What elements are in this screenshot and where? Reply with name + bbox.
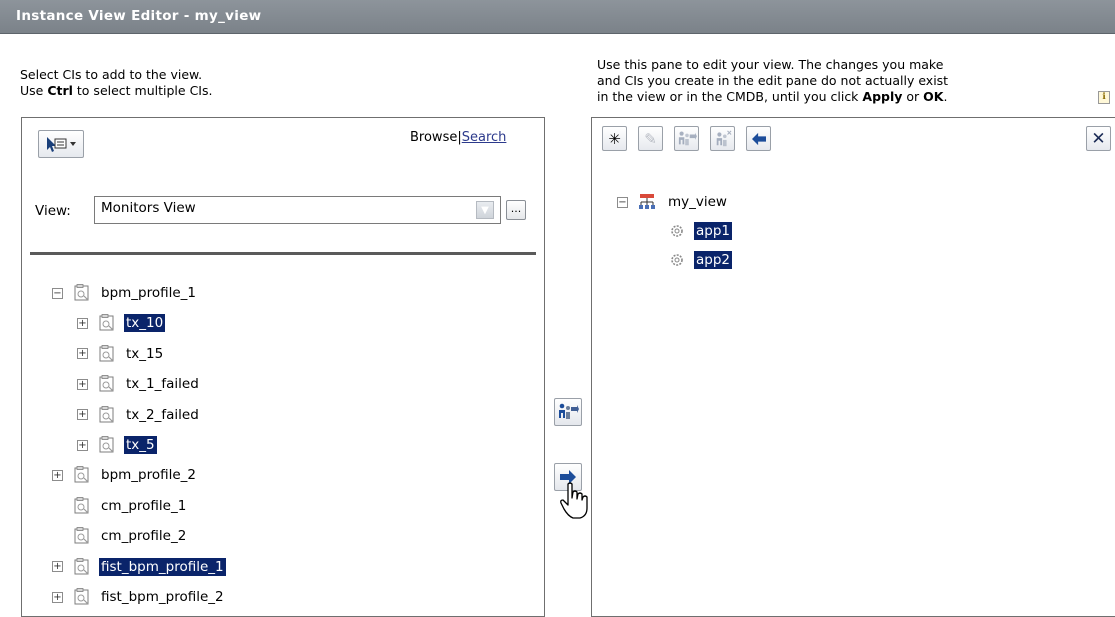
- spacer: [52, 530, 63, 542]
- more-label: ...: [510, 201, 522, 215]
- tree-item[interactable]: + tx_2_failed: [77, 404, 201, 426]
- monitor-profile-icon: [99, 314, 114, 331]
- expand-icon[interactable]: +: [77, 409, 88, 421]
- view-tree-item[interactable]: app2: [668, 249, 733, 271]
- right-instructions-line3: in the view or in the CMDB, until you cl…: [597, 89, 863, 104]
- back-arrow-icon: [751, 132, 766, 145]
- view-browse-button[interactable]: ...: [506, 200, 526, 220]
- edit-ci-button[interactable]: ✎: [638, 126, 663, 151]
- tree-item-label: tx_1_failed: [126, 376, 199, 393]
- monitor-profile-icon: [74, 284, 89, 301]
- view-icon: [639, 194, 655, 209]
- expand-icon[interactable]: +: [77, 348, 88, 360]
- search-link[interactable]: Search: [462, 130, 507, 145]
- browse-link[interactable]: Browse: [410, 130, 457, 145]
- ok-label: OK: [923, 89, 944, 104]
- tree-item[interactable]: + tx_15: [77, 343, 165, 365]
- ctrl-key-label: Ctrl: [47, 83, 73, 98]
- pencil-icon: ✎: [644, 129, 657, 148]
- view-select[interactable]: Monitors View ▼: [94, 196, 501, 224]
- expand-icon[interactable]: +: [52, 469, 63, 481]
- tree-item-label: tx_2_failed: [126, 406, 199, 423]
- monitor-profile-icon: [74, 496, 89, 514]
- view-root-label: my_view: [668, 194, 727, 210]
- right-instructions: Use this pane to edit your view. The cha…: [597, 57, 948, 105]
- view-label: View:: [35, 203, 71, 219]
- tree-item-label: bpm_profile_1: [101, 285, 197, 301]
- left-instructions-line1: Select CIs to add to the view.: [20, 67, 203, 82]
- tree-item[interactable]: + tx_1_failed: [77, 373, 201, 395]
- monitor-profile-icon: [99, 344, 114, 362]
- period-label: .: [943, 89, 948, 104]
- chevron-down-icon[interactable]: ▼: [476, 201, 494, 219]
- remove-related-icon: [716, 130, 731, 146]
- tree-item[interactable]: cm_profile_1: [52, 495, 188, 517]
- application-gear-icon: [671, 254, 683, 266]
- panel-divider: [30, 252, 536, 255]
- tree-item-label: tx_5: [124, 436, 157, 454]
- add-related-icon: [678, 131, 697, 145]
- browse-panel: Browse|Search View: Monitors View ▼ ... …: [21, 117, 545, 617]
- tree-item[interactable]: + bpm_profile_2: [52, 464, 198, 486]
- browse-search-links: Browse|Search: [410, 130, 506, 145]
- tree-item-label: fist_bpm_profile_1: [99, 557, 226, 576]
- expand-icon[interactable]: +: [52, 561, 63, 573]
- remove-related-ci-button[interactable]: [710, 126, 735, 151]
- hand-cursor-icon: [560, 482, 588, 519]
- tree-item-label: cm_profile_1: [101, 497, 187, 514]
- monitor-profile-icon: [99, 375, 114, 392]
- close-button[interactable]: ✕: [1086, 126, 1111, 151]
- left-instructions: Select CIs to add to the view. Use Ctrl …: [20, 67, 212, 99]
- right-instructions-line2: and CIs you create in the edit pane do n…: [597, 73, 949, 88]
- view-tree-item-label: app2: [694, 251, 733, 269]
- expand-icon[interactable]: +: [77, 317, 88, 329]
- close-icon: ✕: [1091, 128, 1106, 149]
- monitor-profile-icon: [74, 527, 89, 544]
- tree-item[interactable]: + tx_10: [77, 312, 166, 334]
- new-ci-button[interactable]: ✳: [602, 126, 627, 151]
- view-tree-item[interactable]: app1: [668, 220, 733, 242]
- monitor-profile-icon: [99, 436, 114, 453]
- add-related-icon: [559, 403, 579, 419]
- spacer: [52, 500, 63, 512]
- collapse-icon[interactable]: −: [617, 196, 628, 208]
- left-instructions-line2-pre: Use: [20, 83, 48, 98]
- tree-item-label: bpm_profile_2: [101, 467, 197, 484]
- view-select-value: Monitors View: [101, 200, 196, 216]
- window-title: Instance View Editor - my_view: [16, 8, 262, 24]
- asterisk-icon: ✳: [608, 129, 621, 148]
- tree-item-label: cm_profile_2: [101, 528, 187, 545]
- monitor-profile-icon: [74, 466, 89, 483]
- monitor-profile-icon: [99, 405, 114, 423]
- tree-item-label: tx_10: [124, 314, 166, 333]
- tree-item[interactable]: + tx_5: [77, 434, 157, 456]
- edit-panel: ✳ ✎ ✕ − my_view app1 app2: [591, 117, 1115, 617]
- apply-label: Apply: [862, 89, 903, 104]
- view-tree-item-label: app1: [694, 222, 733, 240]
- remove-from-view-button[interactable]: [746, 126, 771, 151]
- expand-icon[interactable]: +: [77, 378, 88, 390]
- select-mode-icon: [47, 137, 76, 152]
- tree-item-label: tx_15: [126, 345, 164, 362]
- window-title-bar: Instance View Editor - my_view: [0, 0, 1115, 34]
- expand-icon[interactable]: +: [77, 439, 88, 451]
- monitor-profile-icon: [74, 588, 89, 605]
- application-gear-icon: [671, 225, 683, 237]
- add-related-button[interactable]: [554, 398, 582, 426]
- tree-item[interactable]: + fist_bpm_profile_1: [52, 556, 226, 578]
- add-related-ci-button[interactable]: [674, 126, 699, 151]
- or-label: or: [902, 89, 924, 104]
- right-instructions-line1: Use this pane to edit your view. The cha…: [597, 57, 944, 72]
- tree-item[interactable]: − bpm_profile_1: [52, 282, 198, 304]
- collapse-icon[interactable]: −: [52, 287, 63, 299]
- help-tip-icon[interactable]: ℹ: [1098, 91, 1110, 104]
- expand-icon[interactable]: +: [52, 591, 63, 603]
- selection-mode-button[interactable]: [38, 130, 84, 158]
- view-tree-root[interactable]: − my_view: [617, 191, 729, 213]
- monitor-profile-icon: [74, 557, 89, 575]
- tree-item-label: fist_bpm_profile_2: [101, 589, 224, 605]
- tree-item[interactable]: cm_profile_2: [52, 525, 188, 547]
- left-instructions-line2-post: to select multiple CIs.: [72, 83, 213, 98]
